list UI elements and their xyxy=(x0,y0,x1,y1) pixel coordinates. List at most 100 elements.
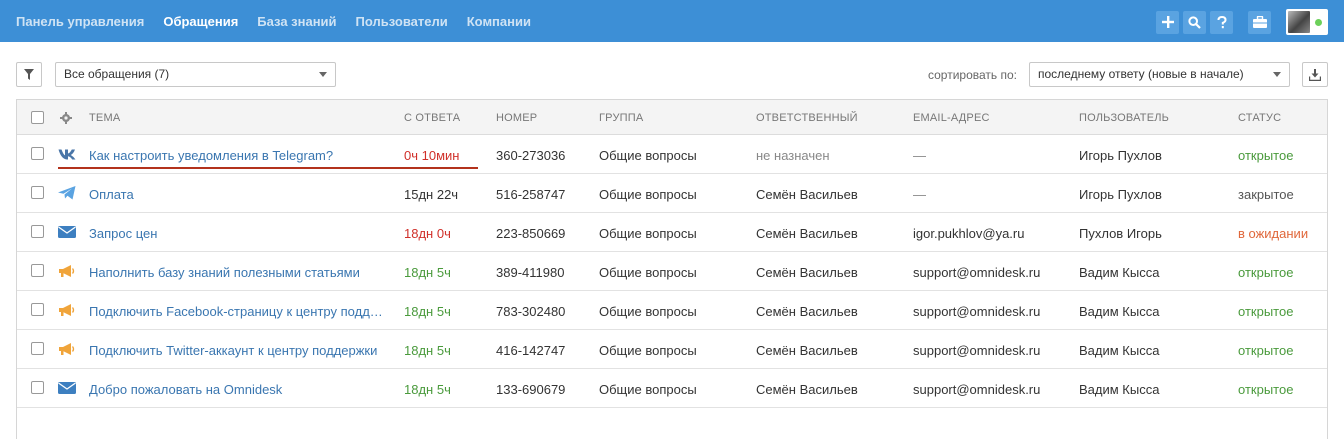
ticket-subject-link[interactable]: Как настроить уведомления в Telegram? xyxy=(89,148,389,163)
ticket-number: 360-273036 xyxy=(496,148,566,163)
download-button[interactable] xyxy=(1302,62,1328,87)
top-navigation-bar: Панель управления Обращения База знаний … xyxy=(0,0,1344,42)
download-icon xyxy=(1309,68,1321,81)
ticket-group: Общие вопросы xyxy=(599,382,697,397)
ticket-assignee: Семён Васильев xyxy=(756,265,858,280)
select-all-checkbox[interactable] xyxy=(31,111,44,124)
search-button[interactable] xyxy=(1183,10,1206,34)
briefcase-icon xyxy=(1252,16,1267,28)
header-since-reply[interactable]: С ОТВЕТА xyxy=(404,112,460,124)
ticket-user: Вадим Кысса xyxy=(1079,265,1160,280)
chevron-down-icon xyxy=(319,72,327,77)
help-button[interactable] xyxy=(1210,10,1233,34)
plus-icon xyxy=(1161,16,1174,28)
ticket-subject-link[interactable]: Наполнить базу знаний полезными статьями xyxy=(89,265,389,280)
top-actions xyxy=(1152,9,1328,35)
since-reply: 18дн 5ч xyxy=(404,265,451,280)
ticket-email: — xyxy=(913,148,926,163)
row-checkbox[interactable] xyxy=(31,381,44,394)
nav-tickets[interactable]: Обращения xyxy=(163,14,238,29)
sort-label: сортировать по: xyxy=(928,68,1018,82)
chevron-down-icon xyxy=(1273,72,1281,77)
table-row[interactable]: Как настроить уведомления в Telegram? 0ч… xyxy=(17,135,1327,174)
table-row[interactable]: Подключить Twitter-аккаунт к центру подд… xyxy=(17,330,1327,369)
ticket-group: Общие вопросы xyxy=(599,265,697,280)
megaphone-icon xyxy=(59,304,75,316)
briefcase-button[interactable] xyxy=(1248,10,1271,34)
add-button[interactable] xyxy=(1156,10,1179,34)
ticket-user: Игорь Пухлов xyxy=(1079,187,1162,202)
header-number[interactable]: НОМЕР xyxy=(496,112,537,124)
ticket-subject-link[interactable]: Запрос цен xyxy=(89,226,389,241)
ticket-status: открытое xyxy=(1238,148,1294,163)
row-checkbox[interactable] xyxy=(31,225,44,238)
row-checkbox[interactable] xyxy=(31,147,44,160)
table-row[interactable]: Запрос цен 18дн 0ч 223-850669 Общие вопр… xyxy=(17,213,1327,252)
ticket-assignee: Семён Васильев xyxy=(756,343,858,358)
filter-button[interactable] xyxy=(16,62,42,87)
ticket-assignee: Семён Васильев xyxy=(756,382,858,397)
ticket-email: support@omnidesk.ru xyxy=(913,382,1041,397)
since-reply: 18дн 5ч xyxy=(404,304,451,319)
ticket-assignee: не назначен xyxy=(756,148,830,163)
ticket-number: 389-411980 xyxy=(496,265,565,280)
ticket-status: закрытое xyxy=(1238,187,1294,202)
header-subject[interactable]: ТЕМА xyxy=(89,112,120,124)
ticket-email: support@omnidesk.ru xyxy=(913,343,1041,358)
tickets-table: ТЕМА С ОТВЕТА НОМЕР ГРУППА ОТВЕТСТВЕННЫЙ… xyxy=(16,99,1328,439)
header-user[interactable]: ПОЛЬЗОВАТЕЛЬ xyxy=(1079,112,1169,124)
table-row[interactable]: Оплата 15дн 22ч 516-258747 Общие вопросы… xyxy=(17,174,1327,213)
row-checkbox[interactable] xyxy=(31,303,44,316)
table-row[interactable]: Подключить Facebook-страницу к центру по… xyxy=(17,291,1327,330)
user-avatar-button[interactable] xyxy=(1286,9,1328,35)
since-reply: 18дн 5ч xyxy=(404,382,451,397)
ticket-group: Общие вопросы xyxy=(599,343,697,358)
row-checkbox[interactable] xyxy=(31,342,44,355)
ticket-group: Общие вопросы xyxy=(599,226,697,241)
header-email[interactable]: EMAIL-АДРЕС xyxy=(913,112,990,124)
header-group[interactable]: ГРУППА xyxy=(599,112,643,124)
header-status[interactable]: СТАТУС xyxy=(1238,112,1281,124)
nav-knowledge-base[interactable]: База знаний xyxy=(257,14,336,29)
telegram-icon xyxy=(58,186,76,200)
ticket-number: 223-850669 xyxy=(496,226,566,241)
ticket-number: 783-302480 xyxy=(496,304,566,319)
ticket-email: — xyxy=(913,187,926,202)
ticket-user: Пухлов Игорь xyxy=(1079,226,1162,241)
ticket-status: открытое xyxy=(1238,382,1294,397)
nav-users[interactable]: Пользователи xyxy=(356,14,448,29)
question-icon xyxy=(1217,15,1227,28)
since-reply: 18дн 5ч xyxy=(404,343,451,358)
ticket-filter-select[interactable]: Все обращения (7) xyxy=(55,62,336,87)
table-row[interactable]: Наполнить базу знаний полезными статьями… xyxy=(17,252,1327,291)
email-icon xyxy=(58,382,76,394)
row-checkbox[interactable] xyxy=(31,186,44,199)
ticket-email: support@omnidesk.ru xyxy=(913,304,1041,319)
search-icon xyxy=(1188,15,1201,29)
row-checkbox[interactable] xyxy=(31,264,44,277)
hover-underline xyxy=(58,167,478,169)
online-status-dot xyxy=(1315,19,1322,26)
ticket-number: 416-142747 xyxy=(496,343,566,358)
sort-select[interactable]: последнему ответу (новые в начале) xyxy=(1029,62,1290,87)
nav-dashboard[interactable]: Панель управления xyxy=(16,14,144,29)
ticket-assignee: Семён Васильев xyxy=(756,187,858,202)
ticket-user: Вадим Кысса xyxy=(1079,304,1160,319)
ticket-number: 133-690679 xyxy=(496,382,566,397)
ticket-subject-link[interactable]: Подключить Facebook-страницу к центру по… xyxy=(89,304,385,319)
ticket-group: Общие вопросы xyxy=(599,304,697,319)
gear-icon[interactable] xyxy=(60,112,72,124)
ticket-email: igor.pukhlov@ya.ru xyxy=(913,226,1025,241)
ticket-status: открытое xyxy=(1238,343,1294,358)
ticket-email: support@omnidesk.ru xyxy=(913,265,1041,280)
ticket-subject-link[interactable]: Добро пожаловать на Omnidesk xyxy=(89,382,389,397)
ticket-group: Общие вопросы xyxy=(599,148,697,163)
table-row[interactable]: Добро пожаловать на Omnidesk 18дн 5ч 133… xyxy=(17,369,1327,408)
nav-companies[interactable]: Компании xyxy=(467,14,531,29)
sort-value: последнему ответу (новые в начале) xyxy=(1038,67,1244,81)
megaphone-icon xyxy=(59,343,75,355)
header-assignee[interactable]: ОТВЕТСТВЕННЫЙ xyxy=(756,112,858,124)
ticket-subject-link[interactable]: Подключить Twitter-аккаунт к центру подд… xyxy=(89,343,385,358)
ticket-subject-link[interactable]: Оплата xyxy=(89,187,389,202)
ticket-status: в ожидании xyxy=(1238,226,1309,241)
